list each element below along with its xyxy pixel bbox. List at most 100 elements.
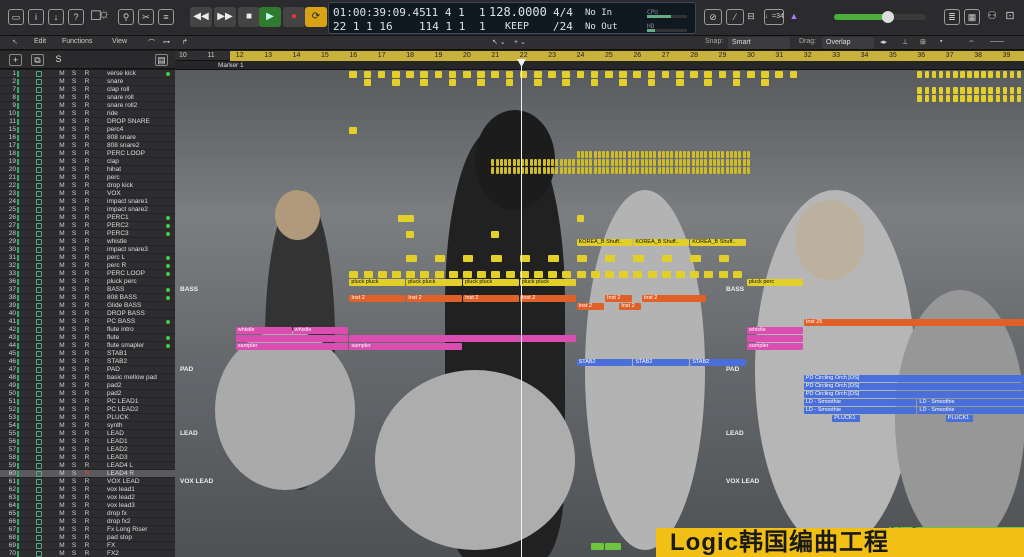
region[interactable] bbox=[691, 150, 695, 158]
region[interactable] bbox=[704, 70, 712, 78]
region[interactable] bbox=[1016, 86, 1022, 94]
region[interactable] bbox=[967, 70, 972, 78]
region[interactable] bbox=[420, 78, 428, 86]
solo-button[interactable]: S bbox=[70, 470, 78, 478]
region[interactable] bbox=[732, 270, 742, 278]
region[interactable] bbox=[687, 150, 691, 158]
region[interactable] bbox=[534, 158, 537, 166]
solo-button[interactable]: S bbox=[70, 238, 78, 246]
region[interactable]: sampler bbox=[747, 342, 803, 350]
region[interactable] bbox=[529, 158, 533, 166]
track-name[interactable]: DROP SNARE bbox=[107, 118, 150, 126]
region[interactable] bbox=[505, 270, 515, 278]
region[interactable] bbox=[636, 166, 640, 174]
record-enable-button[interactable]: R bbox=[83, 78, 91, 86]
region[interactable] bbox=[572, 158, 576, 166]
region[interactable] bbox=[742, 166, 746, 174]
mute-button[interactable]: M bbox=[58, 366, 66, 374]
region[interactable] bbox=[1016, 70, 1022, 78]
mute-button[interactable]: M bbox=[58, 206, 66, 214]
mute-button[interactable]: M bbox=[58, 102, 66, 110]
track-row[interactable]: 56 M S R LEAD1 bbox=[0, 438, 175, 446]
track-row[interactable]: 62 M S Rvox lead1 bbox=[0, 486, 175, 494]
region[interactable] bbox=[619, 70, 627, 78]
play-button[interactable]: ▶ bbox=[259, 7, 281, 27]
mute-button[interactable]: M bbox=[58, 454, 66, 462]
region[interactable] bbox=[931, 94, 937, 102]
mute-button[interactable]: M bbox=[58, 230, 66, 238]
mute-button[interactable]: M bbox=[58, 94, 66, 102]
region[interactable] bbox=[917, 86, 923, 94]
track-row[interactable]: 58 M S R LEAD3 bbox=[0, 454, 175, 462]
region[interactable] bbox=[734, 158, 738, 166]
region[interactable] bbox=[644, 150, 648, 158]
track-name[interactable]: pad stop bbox=[107, 534, 132, 542]
mute-button[interactable]: M bbox=[58, 118, 66, 126]
region[interactable] bbox=[529, 166, 533, 174]
solo-button[interactable]: S bbox=[70, 478, 78, 486]
track-row[interactable]: 57 M S R LEAD2 bbox=[0, 446, 175, 454]
track-name[interactable]: pluck perc bbox=[107, 278, 137, 286]
region[interactable] bbox=[721, 158, 725, 166]
solo-button[interactable]: S bbox=[70, 334, 78, 342]
region[interactable] bbox=[548, 270, 558, 278]
record-enable-button[interactable]: R bbox=[83, 438, 91, 446]
mute-button[interactable]: M bbox=[58, 470, 66, 478]
smart-controls-icon[interactable]: ☼ bbox=[96, 6, 112, 22]
mute-button[interactable]: M bbox=[58, 238, 66, 246]
track-row[interactable]: 21 M S Rperc bbox=[0, 174, 175, 182]
track-name[interactable]: VOX LEAD bbox=[107, 478, 140, 486]
mute-button[interactable]: M bbox=[58, 78, 66, 86]
record-enable-button[interactable]: R bbox=[83, 230, 91, 238]
region[interactable] bbox=[377, 70, 386, 78]
mute-button[interactable]: M bbox=[58, 246, 66, 254]
track-name[interactable]: PERC LOOP bbox=[107, 150, 145, 158]
region[interactable] bbox=[649, 158, 653, 166]
track-row[interactable]: 42 M S Rflute intro bbox=[0, 326, 175, 334]
solo-button[interactable]: S bbox=[70, 198, 78, 206]
track-row[interactable]: 22 M S Rdrop kick bbox=[0, 182, 175, 190]
track-name[interactable]: LEAD bbox=[107, 430, 124, 438]
region[interactable]: LD - Smoothie bbox=[803, 398, 917, 406]
solo-button[interactable]: S bbox=[70, 302, 78, 310]
record-button[interactable]: ● bbox=[283, 7, 305, 27]
region[interactable] bbox=[619, 270, 629, 278]
mute-button[interactable]: M bbox=[58, 414, 66, 422]
region[interactable]: KOREA_B Shuff.. bbox=[633, 238, 690, 246]
solo-button[interactable]: S bbox=[70, 406, 78, 414]
region[interactable] bbox=[610, 150, 614, 158]
solo-button[interactable]: S bbox=[70, 414, 78, 422]
record-enable-button[interactable]: R bbox=[83, 390, 91, 398]
region[interactable] bbox=[718, 70, 727, 78]
region[interactable] bbox=[499, 158, 503, 166]
lcd-display[interactable]: 01:00:39:09.45 11 4 1 1 128.0000 4/4 No … bbox=[328, 2, 696, 34]
stop-button[interactable]: ■ bbox=[238, 7, 260, 27]
track-name[interactable]: clap bbox=[107, 158, 119, 166]
region[interactable] bbox=[653, 150, 657, 158]
track-name[interactable]: PLUCK bbox=[107, 414, 129, 422]
track-name[interactable]: STAB1 bbox=[107, 350, 127, 358]
region[interactable]: Inst 2 bbox=[619, 302, 641, 310]
region[interactable] bbox=[504, 158, 508, 166]
record-enable-button[interactable]: R bbox=[83, 382, 91, 390]
region[interactable]: KOREA_B Shuff.. bbox=[690, 238, 746, 246]
editors-icon[interactable]: ✂ bbox=[138, 9, 154, 25]
region[interactable] bbox=[661, 166, 665, 174]
vertical-zoom-icon[interactable]: ⊥ bbox=[902, 38, 908, 46]
mixer-icon[interactable]: ⚲ bbox=[118, 9, 134, 25]
region[interactable] bbox=[512, 158, 516, 166]
region[interactable] bbox=[1002, 70, 1008, 78]
mute-button[interactable]: M bbox=[58, 374, 66, 382]
record-enable-button[interactable]: R bbox=[83, 454, 91, 462]
region[interactable] bbox=[636, 158, 640, 166]
region[interactable] bbox=[516, 166, 520, 174]
automation-icon[interactable]: ⌒ bbox=[148, 38, 155, 48]
solo-button[interactable]: S bbox=[70, 254, 78, 262]
mute-button[interactable]: M bbox=[58, 174, 66, 182]
record-enable-button[interactable]: R bbox=[83, 214, 91, 222]
track-name[interactable]: flute bbox=[107, 334, 119, 342]
solo-button[interactable]: S bbox=[70, 366, 78, 374]
record-enable-button[interactable]: R bbox=[83, 294, 91, 302]
solo-button[interactable]: S bbox=[70, 342, 78, 350]
region[interactable] bbox=[661, 254, 673, 262]
